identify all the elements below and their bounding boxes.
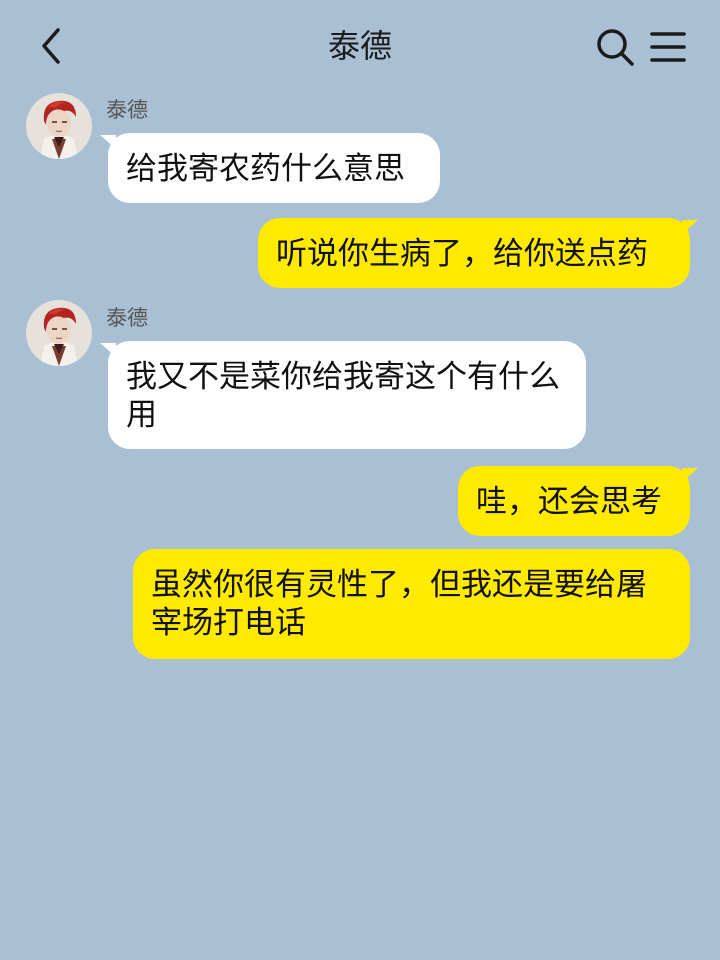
search-button[interactable]: [594, 26, 636, 68]
message-bubble-incoming[interactable]: 给我寄农药什么意思: [100, 133, 440, 203]
message-text: 虽然你很有灵性了，但我还是要给屠宰场打电话: [151, 567, 647, 641]
contact-avatar[interactable]: [26, 93, 92, 159]
menu-icon: [650, 32, 686, 62]
sender-name: 泰德: [106, 306, 148, 330]
message-bubble-outgoing[interactable]: 哇，还会思考: [458, 466, 698, 536]
message-text: 听说你生病了，给你送点药: [276, 236, 648, 272]
message-bubble-outgoing[interactable]: 虽然你很有灵性了，但我还是要给屠宰场打电话: [133, 549, 690, 659]
message-text: 哇，还会思考: [476, 484, 662, 520]
avatar-image: [26, 300, 92, 366]
search-icon: [597, 29, 634, 66]
avatar-image: [26, 93, 92, 159]
chat-header: 泰德: [0, 0, 720, 92]
message-bubble-outgoing[interactable]: 听说你生病了，给你送点药: [258, 218, 698, 288]
menu-button[interactable]: [650, 30, 686, 64]
sender-name: 泰德: [106, 98, 148, 122]
contact-avatar[interactable]: [26, 300, 92, 366]
message-text: 给我寄农药什么意思: [126, 151, 405, 187]
message-bubble-incoming[interactable]: 我又不是菜你给我寄这个有什么用: [100, 341, 586, 449]
message-text: 我又不是菜你给我寄这个有什么用: [126, 359, 560, 433]
